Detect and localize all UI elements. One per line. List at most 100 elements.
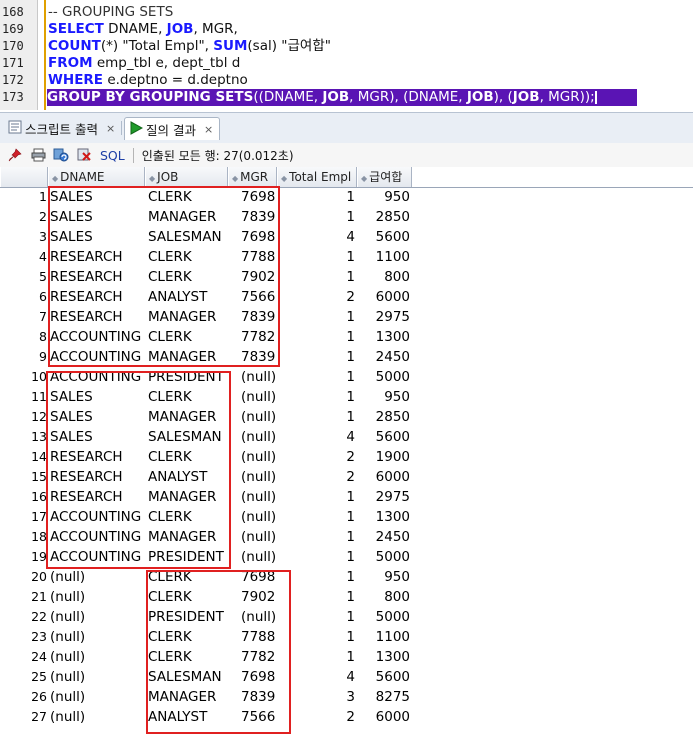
cell-mgr[interactable]: (null)	[241, 407, 276, 427]
cell-total-empl[interactable]: 1	[280, 487, 355, 507]
cell-mgr[interactable]: 7839	[241, 687, 275, 707]
table-row[interactable]: 13 SALES SALESMAN (null) 4 5600	[0, 427, 693, 447]
cell-total-empl[interactable]: 1	[280, 547, 355, 567]
cell-job[interactable]: MANAGER	[148, 407, 216, 427]
cell-total-empl[interactable]: 1	[280, 647, 355, 667]
cell-mgr[interactable]: 7839	[241, 207, 275, 227]
code-line[interactable]: SELECT DNAME, JOB, MGR,	[48, 21, 238, 38]
cell-sum[interactable]: 2975	[362, 487, 410, 507]
cell-total-empl[interactable]: 1	[280, 407, 355, 427]
cell-job[interactable]: MANAGER	[148, 347, 216, 367]
cell-sum[interactable]: 950	[362, 387, 410, 407]
cell-total-empl[interactable]: 1	[280, 207, 355, 227]
cell-mgr[interactable]: (null)	[241, 467, 276, 487]
cell-job[interactable]: CLERK	[148, 627, 192, 647]
cell-sum[interactable]: 6000	[362, 707, 410, 727]
cell-sum[interactable]: 1100	[362, 627, 410, 647]
cell-mgr[interactable]: (null)	[241, 367, 276, 387]
cell-sum[interactable]: 1100	[362, 247, 410, 267]
refresh-icon[interactable]	[53, 147, 69, 163]
cell-mgr[interactable]: (null)	[241, 527, 276, 547]
tab-script-output[interactable]: 스크립트 출력 ×	[4, 117, 121, 139]
column-header-dname[interactable]: ◆ DNAME	[48, 167, 145, 187]
cell-job[interactable]: PRESIDENT	[148, 367, 224, 387]
cell-dname[interactable]: ACCOUNTING	[50, 347, 141, 367]
cell-sum[interactable]: 5600	[362, 667, 410, 687]
cell-sum[interactable]: 8275	[362, 687, 410, 707]
cell-job[interactable]: MANAGER	[148, 487, 216, 507]
cell-dname[interactable]: SALES	[50, 427, 93, 447]
cell-mgr[interactable]: 7782	[241, 327, 275, 347]
cell-job[interactable]: CLERK	[148, 647, 192, 667]
cell-job[interactable]: ANALYST	[148, 467, 207, 487]
table-row[interactable]: 7 RESEARCH MANAGER 7839 1 2975	[0, 307, 693, 327]
cell-dname[interactable]: RESEARCH	[50, 467, 123, 487]
cell-dname[interactable]: (null)	[50, 687, 85, 707]
cell-total-empl[interactable]: 1	[280, 187, 355, 207]
code-line[interactable]: WHERE e.deptno = d.deptno	[48, 72, 248, 89]
cell-mgr[interactable]: 7902	[241, 587, 275, 607]
cell-total-empl[interactable]: 1	[280, 247, 355, 267]
cell-mgr[interactable]: 7698	[241, 667, 275, 687]
cell-dname[interactable]: SALES	[50, 227, 93, 247]
cell-mgr[interactable]: 7566	[241, 287, 275, 307]
cell-sum[interactable]: 1300	[362, 647, 410, 667]
cell-sum[interactable]: 2450	[362, 347, 410, 367]
table-row[interactable]: 21 (null) CLERK 7902 1 800	[0, 587, 693, 607]
table-row[interactable]: 8 ACCOUNTING CLERK 7782 1 1300	[0, 327, 693, 347]
cell-mgr[interactable]: (null)	[241, 507, 276, 527]
cell-total-empl[interactable]: 1	[280, 347, 355, 367]
cell-job[interactable]: ANALYST	[148, 287, 207, 307]
cell-job[interactable]: CLERK	[148, 447, 192, 467]
cell-sum[interactable]: 2975	[362, 307, 410, 327]
cell-sum[interactable]: 950	[362, 567, 410, 587]
cell-total-empl[interactable]: 1	[280, 327, 355, 347]
table-row[interactable]: 10 ACCOUNTING PRESIDENT (null) 1 5000	[0, 367, 693, 387]
table-row[interactable]: 27 (null) ANALYST 7566 2 6000	[0, 707, 693, 727]
cell-total-empl[interactable]: 2	[280, 467, 355, 487]
cell-mgr[interactable]: 7566	[241, 707, 275, 727]
cell-job[interactable]: SALESMAN	[148, 427, 222, 447]
cell-mgr[interactable]: 7839	[241, 307, 275, 327]
cell-job[interactable]: MANAGER	[148, 527, 216, 547]
cell-sum[interactable]: 2850	[362, 407, 410, 427]
cell-dname[interactable]: (null)	[50, 607, 85, 627]
cell-sum[interactable]: 1300	[362, 507, 410, 527]
cell-total-empl[interactable]: 4	[280, 667, 355, 687]
cell-mgr[interactable]: (null)	[241, 427, 276, 447]
cell-job[interactable]: CLERK	[148, 587, 192, 607]
cell-dname[interactable]: RESEARCH	[50, 307, 123, 327]
cell-dname[interactable]: SALES	[50, 407, 93, 427]
tab-query-result[interactable]: 질의 결과 ×	[124, 117, 221, 140]
cell-total-empl[interactable]: 1	[280, 567, 355, 587]
cell-mgr[interactable]: 7698	[241, 227, 275, 247]
cell-dname[interactable]: SALES	[50, 187, 93, 207]
cell-sum[interactable]: 6000	[362, 467, 410, 487]
cell-total-empl[interactable]: 1	[280, 587, 355, 607]
cell-sum[interactable]: 1300	[362, 327, 410, 347]
code-line[interactable]: -- GROUPING SETS	[48, 4, 173, 21]
code-line[interactable]: COUNT(*) "Total Empl", SUM(sal) "급여합"	[48, 38, 331, 55]
cell-mgr[interactable]: 7902	[241, 267, 275, 287]
cell-mgr[interactable]: (null)	[241, 387, 276, 407]
cell-job[interactable]: CLERK	[148, 567, 192, 587]
column-header-sum[interactable]: ◆ 급여합	[357, 167, 412, 187]
column-header-total-empl[interactable]: ◆ Total Empl	[277, 167, 357, 187]
cell-dname[interactable]: (null)	[50, 647, 85, 667]
table-row[interactable]: 14 RESEARCH CLERK (null) 2 1900	[0, 447, 693, 467]
cell-sum[interactable]: 5600	[362, 227, 410, 247]
cell-mgr[interactable]: 7698	[241, 567, 275, 587]
close-icon[interactable]: ×	[204, 123, 213, 136]
cell-total-empl[interactable]: 2	[280, 447, 355, 467]
cell-dname[interactable]: (null)	[50, 667, 85, 687]
cell-job[interactable]: ANALYST	[148, 707, 207, 727]
column-header-mgr[interactable]: ◆ MGR	[228, 167, 277, 187]
cell-dname[interactable]: ACCOUNTING	[50, 527, 141, 547]
column-header-job[interactable]: ◆ JOB	[145, 167, 228, 187]
cell-dname[interactable]: (null)	[50, 587, 85, 607]
cell-dname[interactable]: RESEARCH	[50, 247, 123, 267]
print-icon[interactable]	[30, 147, 46, 163]
cell-dname[interactable]: RESEARCH	[50, 267, 123, 287]
cell-sum[interactable]: 950	[362, 187, 410, 207]
cell-total-empl[interactable]: 1	[280, 627, 355, 647]
